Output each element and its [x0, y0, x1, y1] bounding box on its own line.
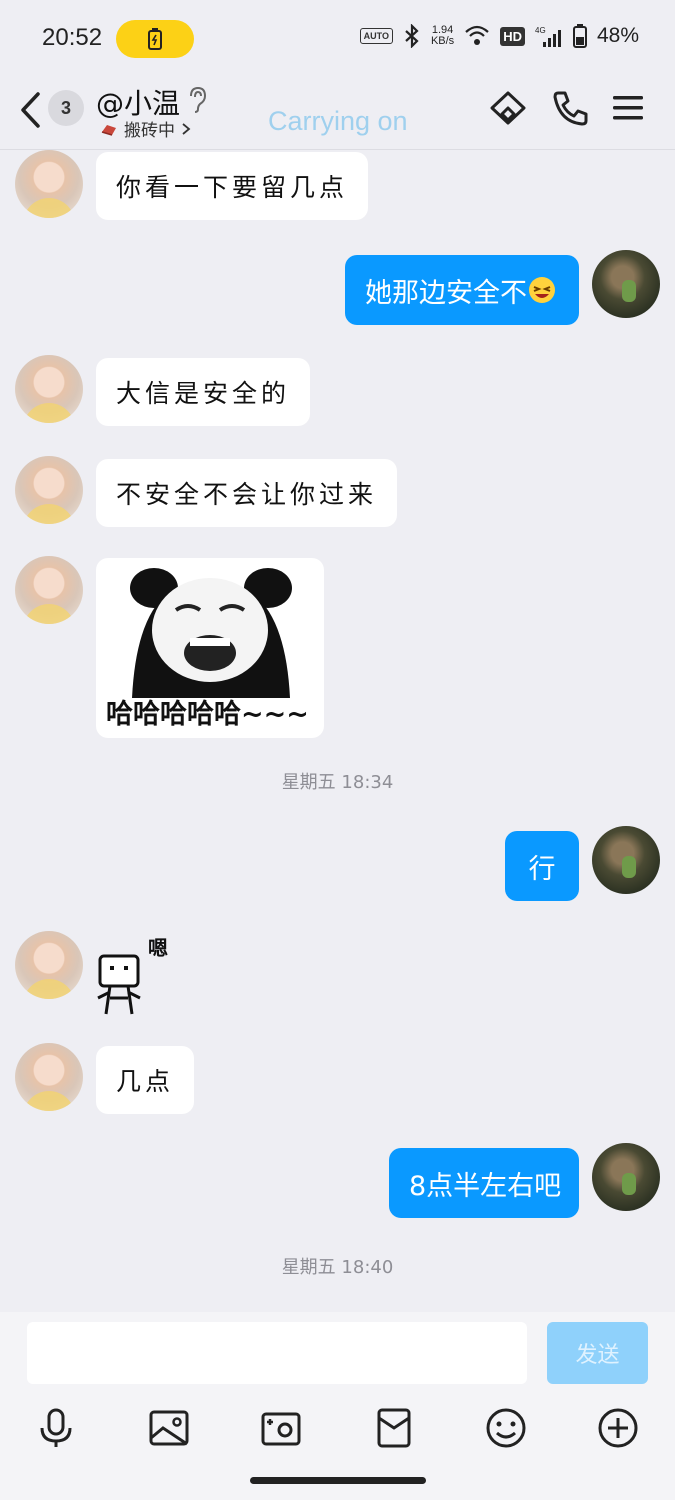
send-button[interactable]: 发送 [547, 1322, 648, 1384]
message-input[interactable] [27, 1322, 527, 1384]
battery-percent: 48% [596, 24, 639, 47]
my-avatar[interactable] [592, 250, 660, 318]
message-text: 她那边安全不 [365, 277, 527, 309]
plus-icon[interactable] [596, 1406, 640, 1450]
contact-avatar[interactable] [15, 1043, 83, 1111]
charging-indicator [116, 20, 194, 58]
wifi-icon [465, 25, 489, 45]
status-bar: 20:52 AUTO 1.94 KB/s HD 4G 48% [0, 0, 675, 78]
image-icon[interactable] [147, 1406, 191, 1450]
hd-label: HD [500, 26, 525, 46]
panda-meme-sticker[interactable]: 哈哈哈哈哈~~~ [96, 558, 324, 738]
message-bubble-incoming[interactable]: 大信是安全的 [96, 358, 311, 426]
my-avatar[interactable] [592, 826, 660, 894]
stickman-sticker[interactable]: 嗯 [94, 930, 184, 1020]
chevron-left-icon [21, 92, 40, 128]
camera-icon[interactable] [259, 1406, 303, 1450]
laughing-emoji-icon [529, 277, 555, 303]
emoji-icon[interactable] [484, 1406, 528, 1450]
message-bubble-outgoing[interactable]: 行 [505, 831, 579, 901]
battery-charging-icon [148, 28, 162, 50]
back-button[interactable] [18, 90, 50, 130]
earpiece-mode-icon[interactable] [186, 86, 208, 114]
contact-avatar[interactable] [15, 456, 83, 524]
svg-text:4G: 4G [535, 26, 546, 35]
timestamp: 星期五 18:40 [281, 1257, 394, 1278]
message-bubble-outgoing[interactable]: 她那边安全不 [345, 255, 579, 325]
auto-label: AUTO [359, 28, 393, 44]
message-bubble-incoming[interactable]: 不安全不会让你过来 [96, 459, 398, 527]
battery-icon [572, 24, 587, 48]
contact-status-text: 搬砖中 [124, 121, 175, 141]
contact-status[interactable]: 搬砖中 [100, 116, 191, 141]
contact-avatar[interactable] [15, 355, 83, 423]
message-bubble-incoming[interactable]: 几点 [96, 1046, 195, 1114]
bluetooth-icon [405, 24, 419, 48]
sticker-caption: 哈哈哈哈哈~~~ [106, 699, 309, 730]
unread-badge[interactable]: 3 [48, 90, 84, 126]
watermark-text: Carrying on [268, 106, 408, 136]
contact-avatar[interactable] [15, 556, 83, 624]
status-time: 20:52 [42, 24, 103, 51]
input-area: 发送 [0, 1312, 675, 1500]
signal-icon: 4G [535, 26, 561, 47]
status-icons: AUTO 1.94 KB/s HD 4G 48% [359, 24, 639, 48]
chat-header: 3 @小温 搬砖中 Carrying on [0, 78, 675, 150]
chevron-right-icon [182, 122, 191, 135]
status-brick-icon [101, 124, 116, 136]
red-packet-icon[interactable] [372, 1406, 416, 1450]
phone-icon[interactable] [550, 88, 590, 128]
my-avatar[interactable] [592, 1143, 660, 1211]
microphone-icon[interactable] [34, 1406, 78, 1450]
message-bubble-outgoing[interactable]: 8点半左右吧 [389, 1148, 579, 1218]
net-speed: 1.94 KB/s [431, 25, 454, 47]
message-bubble-incoming[interactable]: 你看一下要留几点 [96, 152, 369, 220]
menu-icon[interactable] [608, 88, 648, 128]
timestamp: 星期五 18:34 [281, 772, 394, 793]
contact-avatar[interactable] [15, 931, 83, 999]
home-indicator[interactable] [250, 1477, 426, 1484]
sticker-caption: 嗯 [148, 936, 168, 960]
panda-face-icon [130, 568, 292, 698]
home-share-icon[interactable] [488, 88, 528, 128]
stickman-icon [97, 954, 141, 1015]
contact-avatar[interactable] [15, 150, 83, 218]
net-speed-unit: KB/s [430, 35, 455, 47]
